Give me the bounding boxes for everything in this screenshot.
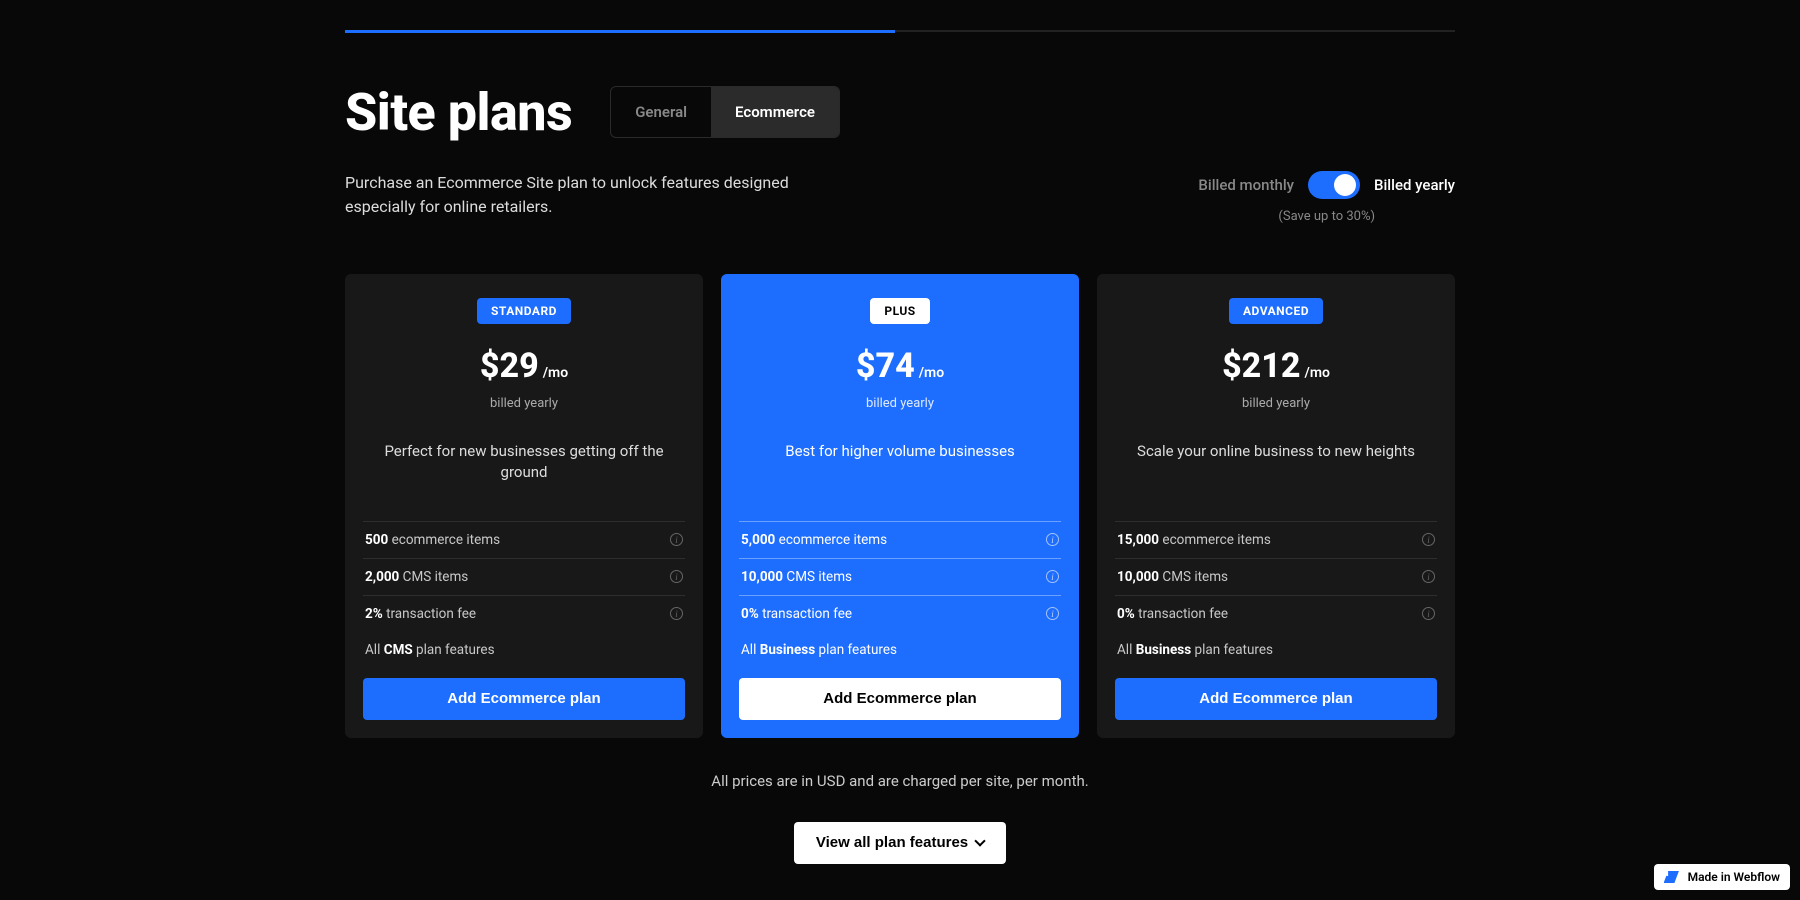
feature-text: 2,000 CMS items bbox=[365, 569, 468, 585]
feature-text: 0% transaction fee bbox=[1117, 606, 1228, 622]
save-note: (Save up to 30%) bbox=[1198, 209, 1455, 224]
plan-feature: 10,000 CMS items i bbox=[739, 559, 1061, 596]
plan-card-plus: PLUS $74/mo billed yearly Best for higher v… bbox=[721, 274, 1079, 738]
plan-price: $74 bbox=[856, 346, 915, 386]
feature-text: 5,000 ecommerce items bbox=[741, 532, 887, 548]
webflow-logo-icon bbox=[1664, 871, 1682, 883]
plan-feature: 0% transaction fee i bbox=[1115, 596, 1437, 632]
plan-badge: STANDARD bbox=[477, 298, 571, 324]
add-plan-button[interactable]: Add Ecommerce plan bbox=[739, 678, 1061, 720]
plan-feature-list: 500 ecommerce itemsi2,000 CMS itemsi2% t… bbox=[363, 521, 685, 632]
plan-badge: ADVANCED bbox=[1229, 298, 1323, 324]
plan-price-suffix: /mo bbox=[919, 365, 944, 381]
webflow-badge-text: Made in Webflow bbox=[1688, 870, 1780, 884]
tab-indicator-track bbox=[345, 30, 1455, 32]
feature-text: 0% transaction fee bbox=[741, 606, 852, 622]
info-icon[interactable]: i bbox=[670, 607, 683, 620]
plan-feature: 15,000 ecommerce items i bbox=[1115, 522, 1437, 559]
plan-feature: 5,000 ecommerce items i bbox=[739, 522, 1061, 559]
billing-toggle: Billed monthly Billed yearly bbox=[1198, 171, 1455, 199]
plan-feature: 2% transaction fee i bbox=[363, 596, 685, 632]
plan-all-features-line: All Business plan features bbox=[739, 632, 1061, 678]
plan-description: Scale your online business to new height… bbox=[1115, 441, 1437, 501]
page-title: Site plans bbox=[345, 82, 572, 143]
feature-text: 2% transaction fee bbox=[365, 606, 476, 622]
plan-feature-list: 5,000 ecommerce itemsi10,000 CMS itemsi0… bbox=[739, 521, 1061, 632]
plan-feature: 2,000 CMS items i bbox=[363, 559, 685, 596]
info-icon[interactable]: i bbox=[1422, 607, 1435, 620]
tab-general[interactable]: General bbox=[611, 87, 711, 137]
feature-text: 500 ecommerce items bbox=[365, 532, 500, 548]
plan-badge: PLUS bbox=[870, 298, 929, 324]
info-icon[interactable]: i bbox=[1422, 570, 1435, 583]
pricing-footer-note: All prices are in USD and are charged pe… bbox=[345, 772, 1455, 790]
plan-price-row: $29/mo bbox=[363, 346, 685, 386]
feature-text: 15,000 ecommerce items bbox=[1117, 532, 1271, 548]
plan-card-standard: STANDARD $29/mo billed yearly Perfect for n… bbox=[345, 274, 703, 738]
plan-type-tabs: General Ecommerce bbox=[610, 86, 840, 138]
info-icon[interactable]: i bbox=[1422, 533, 1435, 546]
plans-grid: STANDARD $29/mo billed yearly Perfect for n… bbox=[345, 274, 1455, 738]
info-icon[interactable]: i bbox=[1046, 607, 1059, 620]
plan-description: Perfect for new businesses getting off t… bbox=[363, 441, 685, 501]
page-subtitle: Purchase an Ecommerce Site plan to unloc… bbox=[345, 171, 805, 219]
billed-yearly-label[interactable]: Billed yearly bbox=[1374, 176, 1455, 194]
plan-price-suffix: /mo bbox=[1305, 365, 1330, 381]
tab-ecommerce[interactable]: Ecommerce bbox=[711, 87, 839, 137]
plan-billed-note: billed yearly bbox=[363, 396, 685, 411]
plan-price: $212 bbox=[1222, 346, 1300, 386]
info-icon[interactable]: i bbox=[670, 570, 683, 583]
plan-card-advanced: ADVANCED $212/mo billed yearly Scale your o… bbox=[1097, 274, 1455, 738]
plan-feature: 10,000 CMS items i bbox=[1115, 559, 1437, 596]
plan-all-features-line: All CMS plan features bbox=[363, 632, 685, 678]
info-icon[interactable]: i bbox=[1046, 533, 1059, 546]
feature-text: 10,000 CMS items bbox=[741, 569, 852, 585]
plan-price-suffix: /mo bbox=[543, 365, 568, 381]
plan-price-row: $212/mo bbox=[1115, 346, 1437, 386]
add-plan-button[interactable]: Add Ecommerce plan bbox=[363, 678, 685, 720]
plan-all-features-line: All Business plan features bbox=[1115, 632, 1437, 678]
toggle-knob bbox=[1334, 174, 1356, 196]
plan-description: Best for higher volume businesses bbox=[739, 441, 1061, 501]
made-in-webflow-badge[interactable]: Made in Webflow bbox=[1654, 864, 1790, 890]
plan-billed-note: billed yearly bbox=[1115, 396, 1437, 411]
add-plan-button[interactable]: Add Ecommerce plan bbox=[1115, 678, 1437, 720]
chevron-down-icon bbox=[974, 835, 985, 846]
tab-indicator-active bbox=[345, 30, 895, 33]
info-icon[interactable]: i bbox=[1046, 570, 1059, 583]
plan-feature: 0% transaction fee i bbox=[739, 596, 1061, 632]
view-all-label: View all plan features bbox=[816, 834, 968, 851]
plan-feature: 500 ecommerce items i bbox=[363, 522, 685, 559]
feature-text: 10,000 CMS items bbox=[1117, 569, 1228, 585]
billing-switch[interactable] bbox=[1308, 171, 1360, 199]
plan-billed-note: billed yearly bbox=[739, 396, 1061, 411]
plan-price-row: $74/mo bbox=[739, 346, 1061, 386]
plan-price: $29 bbox=[480, 346, 539, 386]
plan-feature-list: 15,000 ecommerce items i 10,000 CMS items i… bbox=[1115, 521, 1437, 632]
info-icon[interactable]: i bbox=[670, 533, 683, 546]
billed-monthly-label[interactable]: Billed monthly bbox=[1198, 176, 1294, 194]
view-all-features-button[interactable]: View all plan features bbox=[794, 822, 1006, 864]
